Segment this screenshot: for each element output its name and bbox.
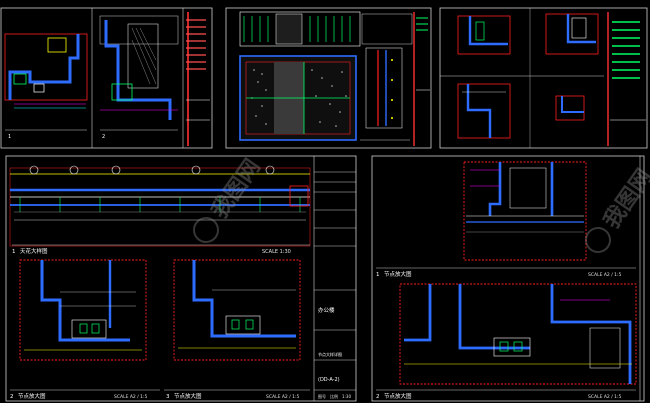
title-strip-tr: [607, 12, 646, 146]
detail-right-panel: 2: [99, 15, 179, 140]
scale-main: SCALE 1:30: [262, 249, 291, 255]
project-name: 办公楼: [318, 306, 335, 314]
br-detail-1: 1 节点放大图 SCALE A2 / 1:5: [376, 161, 636, 278]
footer-label-a: 图号: [318, 393, 326, 399]
tr-detail-3: [457, 83, 511, 139]
title-node2: 节点放大图: [174, 392, 202, 400]
scale-node2: SCALE A2 / 1:5: [266, 394, 300, 400]
sheet-label: 节点大样详图: [318, 351, 342, 357]
title-main: 天花大样图: [20, 247, 48, 255]
br-title-2-number: 2: [376, 394, 380, 400]
br-scale-2: SCALE A2 / 1:5: [588, 394, 622, 400]
sheet-top-center: [225, 7, 432, 149]
ceiling-section: 1 天花大样图 SCALE 1:30: [9, 165, 311, 255]
br-title-1: 节点放大图: [384, 270, 412, 278]
sheet-top-right: [439, 7, 648, 149]
title-node2-number: 3: [166, 394, 170, 400]
tr-detail-4: [555, 95, 585, 121]
br-title-2: 节点放大图: [384, 392, 412, 400]
title-node1-number: 2: [10, 394, 14, 400]
br-detail-2: 2 节点放大图 SCALE A2 / 1:5: [376, 283, 637, 400]
sheet-bottom-right: 1 节点放大图 SCALE A2 / 1:5 2 节点放大图 SCALE A2 …: [371, 155, 645, 402]
node-detail-2: 2 节点放大图 SCALE A2 / 1:5: [10, 259, 160, 400]
drawing-number: (DD-A-2): [318, 377, 340, 383]
node-detail-3: 3 节点放大图 SCALE A2 / 1:5: [164, 259, 310, 400]
title-node1: 节点放大图: [18, 392, 46, 400]
title-main-number: 1: [12, 249, 16, 255]
cad-drawing-canvas: 1 2 1 天花大样图 SCALE 1:30 2 节点放大图 SCALE A2 …: [0, 7, 650, 402]
footer-label-b: 比例: [330, 393, 338, 399]
title-strip-tl: [186, 12, 210, 146]
footer-label-c: 1:30: [342, 394, 351, 399]
detail-1-label: 1: [8, 134, 11, 140]
side-section: [360, 47, 410, 141]
br-scale-1: SCALE A2 / 1:5: [588, 272, 622, 278]
sheet-top-left: 1 2: [0, 7, 213, 149]
title-strip-tc: [413, 12, 430, 146]
title-block-bl: 办公楼 节点大样详图 (DD-A-2) 图号 比例 1:30: [314, 171, 356, 399]
plan-view: [239, 55, 357, 141]
detail-2-label: 2: [102, 134, 105, 140]
tr-detail-1: [457, 15, 511, 55]
watermark: 我图网 我图网: [193, 155, 650, 253]
detail-left-panel: 1: [4, 33, 88, 140]
br-title-1-number: 1: [376, 272, 380, 278]
sheet-bottom-left: 1 天花大样图 SCALE 1:30 2 节点放大图 SCALE A2 / 1:…: [5, 155, 357, 402]
tr-detail-2: [545, 13, 599, 55]
scale-node1: SCALE A2 / 1:5: [114, 394, 148, 400]
watermark-text-2: 我图网: [599, 165, 650, 233]
